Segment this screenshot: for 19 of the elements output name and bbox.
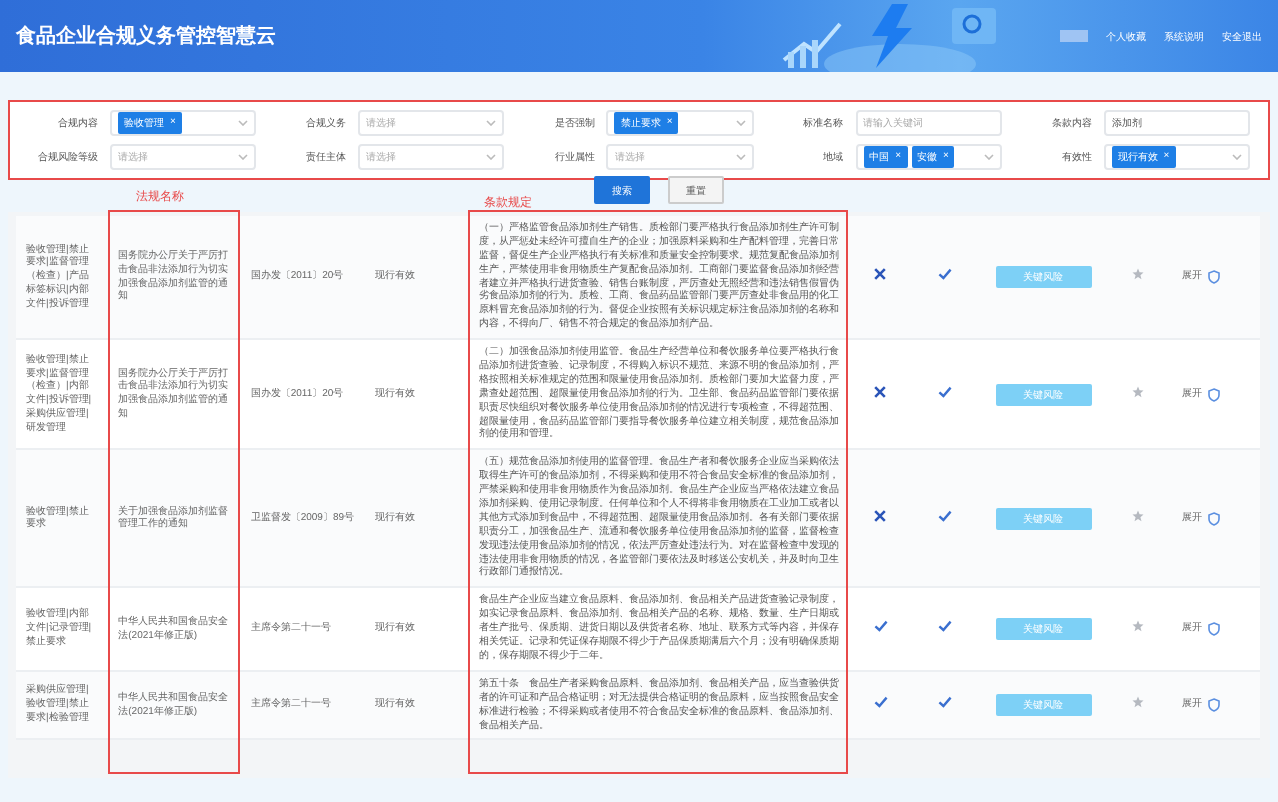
- caret-icon: [238, 120, 249, 126]
- shield-icon: [1207, 387, 1220, 402]
- shield-icon: [1207, 622, 1220, 637]
- caret-icon: [238, 154, 249, 160]
- caret-icon: [983, 154, 994, 160]
- caret-icon: [735, 120, 746, 126]
- shield-icon: [1207, 270, 1220, 285]
- caret-icon: [486, 120, 497, 126]
- caret-icon: [486, 154, 497, 160]
- shield-icon: [1207, 511, 1220, 526]
- caret-icon: [1231, 154, 1242, 160]
- star-icon[interactable]: [1132, 696, 1145, 709]
- caret-icon: [735, 154, 746, 160]
- star-icon[interactable]: [1132, 509, 1145, 522]
- shield-icon: [1207, 698, 1220, 713]
- star-icon[interactable]: [1132, 620, 1145, 633]
- app-title: 食品企业合规义务管控智慧云: [16, 22, 276, 50]
- star-icon[interactable]: [1132, 268, 1145, 281]
- star-icon[interactable]: [1132, 385, 1145, 398]
